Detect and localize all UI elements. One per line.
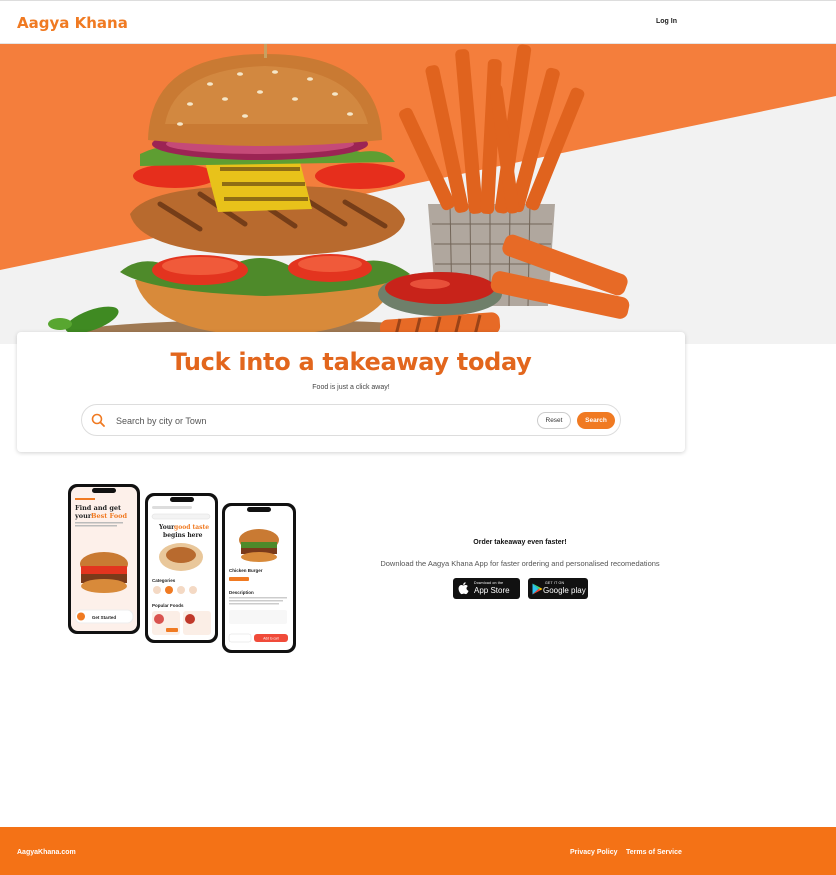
hero-food-illustration — [0, 44, 836, 344]
promo-title: Order takeaway even faster! — [473, 539, 567, 546]
brand-logo[interactable]: Aagya Khana — [17, 14, 128, 32]
google-play-big-text: Google play — [543, 586, 586, 595]
search-input[interactable] — [116, 413, 496, 429]
search-bar: Reset Search — [81, 404, 621, 436]
login-link[interactable]: Log In — [656, 18, 677, 25]
search-icon — [91, 413, 105, 427]
app-store-badge[interactable]: Download on the App Store — [453, 578, 520, 599]
search-card: Tuck into a takeaway today Food is just … — [17, 332, 685, 452]
phone-2: Your good taste begins here Categories P… — [145, 493, 218, 643]
hero-title: Tuck into a takeaway today — [170, 348, 532, 376]
footer-brand[interactable]: AagyaKhana.com — [17, 849, 76, 856]
promo-description: Download the Aagya Khana App for faster … — [380, 559, 660, 568]
apple-icon — [458, 582, 469, 595]
phone1-headline-accent: Best Food — [91, 512, 127, 520]
top-header: Aagya Khana Log In — [0, 0, 836, 44]
phone3-title: Chicken Burger — [229, 568, 263, 573]
phone1-cta: Get Started — [92, 615, 117, 620]
phone-1: Find and get your Best Food Get Started — [68, 484, 140, 634]
search-button[interactable]: Search — [577, 412, 615, 429]
phone-mockups-illustration: Find and get your Best Food Get Started … — [68, 484, 296, 653]
phone3-cta: Add to cart — [263, 637, 279, 641]
hero-subtitle: Food is just a click away! — [312, 384, 390, 391]
phone2-headline-1: Your — [158, 524, 175, 531]
phone-3: Chicken Burger Description Add to cart — [222, 503, 296, 653]
phone1-headline-1: Find and get — [75, 504, 121, 512]
app-store-small-text: Download on the — [474, 581, 504, 585]
privacy-policy-link[interactable]: Privacy Policy — [570, 849, 617, 856]
app-store-big-text: App Store — [474, 586, 510, 595]
google-play-badge[interactable]: GET IT ON Google play — [528, 578, 588, 599]
hero-banner — [0, 44, 836, 344]
app-mockups: Find and get your Best Food Get Started … — [66, 482, 298, 654]
phone2-section-1: Categories — [152, 578, 176, 583]
google-play-small-text: GET IT ON — [545, 581, 565, 585]
google-play-icon — [532, 583, 543, 595]
phone2-headline-accent: good taste — [174, 524, 209, 531]
terms-of-service-link[interactable]: Terms of Service — [626, 849, 682, 856]
footer: AagyaKhana.com Privacy Policy Terms of S… — [0, 827, 836, 875]
phone2-headline-2: begins here — [163, 532, 203, 539]
phone2-section-2: Popular Foods — [152, 603, 184, 608]
reset-button[interactable]: Reset — [537, 412, 571, 429]
phone1-headline-2: your — [74, 512, 92, 520]
phone3-section: Description — [229, 590, 254, 595]
